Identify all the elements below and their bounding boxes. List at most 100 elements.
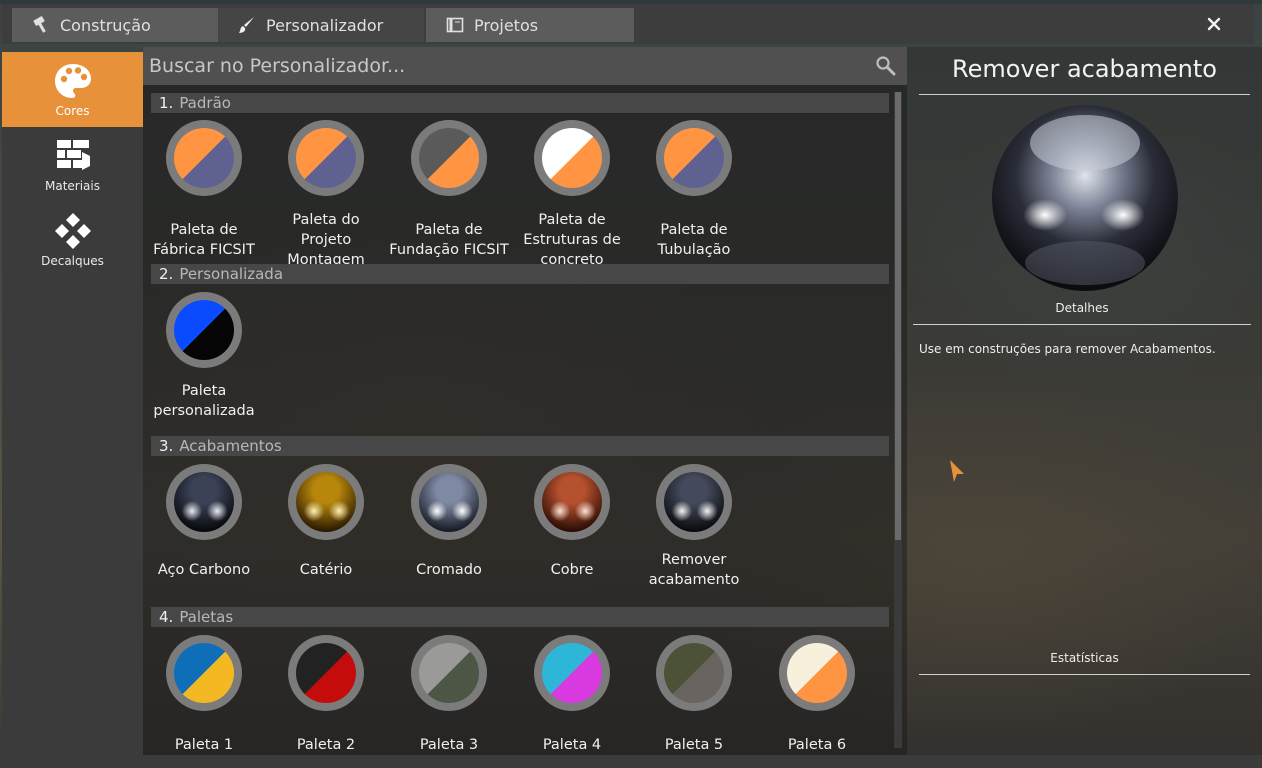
swatch	[779, 635, 855, 711]
swatch	[656, 464, 732, 540]
palette-item-personalizada[interactable]: Paleta personalizada	[143, 292, 265, 432]
finish-sphere	[419, 472, 479, 532]
swatch-color	[174, 643, 234, 703]
swatch	[656, 635, 732, 711]
customizer-panel: 1. Padrão Paleta de Fábrica FICSIT Palet…	[143, 47, 907, 755]
swatch-color	[542, 643, 602, 703]
swatch-color	[419, 128, 479, 188]
finish-sphere	[542, 472, 602, 532]
finish-sphere	[664, 472, 724, 532]
item-label: Paleta 5	[664, 737, 724, 753]
item-label: Paleta 2	[296, 737, 356, 753]
palette-item-fundacao-ficsit[interactable]: Paleta de Fundação FICSIT	[388, 120, 510, 260]
swatch	[411, 635, 487, 711]
swatch-color	[174, 128, 234, 188]
swatch	[411, 120, 487, 196]
close-button[interactable]	[1202, 12, 1226, 36]
tab-construcao[interactable]: Construção	[12, 8, 218, 42]
scrollbar[interactable]	[894, 92, 902, 748]
item-label: Paleta personalizada	[153, 383, 255, 419]
category-decalques[interactable]: Decalques	[2, 202, 143, 277]
item-label: Catério	[299, 562, 353, 578]
item-label: Paleta 6	[787, 737, 847, 753]
tab-label: Projetos	[474, 15, 539, 35]
bricks-icon	[56, 139, 90, 170]
swatch	[166, 292, 242, 368]
item-label: Paleta de Tubulação	[657, 222, 731, 258]
swatch	[534, 120, 610, 196]
swatch-color	[542, 128, 602, 188]
category-materiais[interactable]: Materiais	[2, 127, 143, 202]
item-label: Remover acabamento	[648, 552, 740, 588]
scrollbar-thumb[interactable]	[895, 92, 901, 540]
finish-item-cromado[interactable]: Cromado	[388, 464, 510, 594]
section-header-padrao: 1. Padrão	[151, 93, 889, 113]
section-title: Acabamentos	[179, 437, 282, 455]
section-header-acabamentos: 3. Acabamentos	[151, 436, 889, 456]
swatch	[288, 635, 364, 711]
palette-item-2[interactable]: Paleta 2	[265, 635, 387, 755]
hammer-icon	[33, 16, 46, 33]
finish-item-cobre[interactable]: Cobre	[511, 464, 633, 594]
tab-label: Construção	[60, 15, 151, 35]
swatch	[411, 464, 487, 540]
detail-description: Use em construções para remover Acabamen…	[919, 342, 1216, 356]
section-header-paletas: 4. Paletas	[151, 607, 889, 627]
swatch	[166, 635, 242, 711]
palette-item-tubulacao[interactable]: Paleta de Tubulação	[633, 120, 755, 260]
swatch	[166, 464, 242, 540]
finish-sphere	[174, 472, 234, 532]
palette-item-4[interactable]: Paleta 4	[511, 635, 633, 755]
detail-title: Remover acabamento	[919, 55, 1250, 95]
section-number: 3.	[159, 437, 174, 455]
section-number: 1.	[159, 94, 174, 112]
bottom-bar	[0, 755, 1262, 768]
palette-item-3[interactable]: Paleta 3	[388, 635, 510, 755]
palette-item-1[interactable]: Paleta 1	[143, 635, 265, 755]
palette-item-5[interactable]: Paleta 5	[633, 635, 755, 755]
item-label: Paleta 4	[542, 737, 602, 753]
section-title: Padrão	[179, 94, 231, 112]
palette-icon	[54, 63, 91, 98]
decals-icon	[54, 212, 91, 249]
tab-projetos[interactable]: Projetos	[426, 8, 634, 42]
finish-sphere	[296, 472, 356, 532]
category-label: Cores	[55, 103, 90, 118]
swatch	[656, 120, 732, 196]
swatch-color	[787, 643, 847, 703]
swatch-color	[296, 128, 356, 188]
item-label: Paleta 1	[174, 737, 234, 753]
blueprint-icon	[446, 17, 464, 33]
tab-personalizador[interactable]: Personalizador	[218, 8, 424, 42]
palette-item-estruturas-concreto[interactable]: Paleta de Estruturas de concreto	[511, 120, 633, 268]
search-bar	[143, 47, 907, 85]
preview-sphere	[990, 103, 1180, 293]
category-label: Materiais	[44, 178, 100, 193]
search-icon[interactable]	[871, 51, 901, 81]
mouse-cursor-icon	[950, 460, 964, 482]
category-sidebar: Cores Materiais Decalques	[2, 52, 143, 754]
swatch	[288, 120, 364, 196]
item-label: Cobre	[550, 562, 594, 578]
swatch-color	[419, 643, 479, 703]
palette-item-6[interactable]: Paleta 6	[756, 635, 878, 755]
finish-item-remover-acabamento[interactable]: Remover acabamento	[633, 464, 755, 594]
category-cores[interactable]: Cores	[2, 52, 143, 127]
details-header: Detalhes	[913, 301, 1251, 325]
section-header-personalizada: 2. Personalizada	[151, 264, 889, 284]
finish-item-caterio[interactable]: Catério	[265, 464, 387, 594]
swatch-color	[664, 128, 724, 188]
swatch	[534, 464, 610, 540]
swatch-color	[296, 643, 356, 703]
item-label: Paleta de Fundação FICSIT	[389, 222, 509, 258]
item-label: Paleta do Projeto Montagem	[287, 212, 365, 268]
palette-item-projeto-montagem[interactable]: Paleta do Projeto Montagem	[265, 120, 387, 268]
palette-item-fabrica-ficsit[interactable]: Paleta de Fábrica FICSIT	[143, 120, 265, 260]
item-label: Paleta de Estruturas de concreto	[523, 212, 621, 268]
item-label: Cromado	[416, 562, 482, 578]
search-input[interactable]	[143, 47, 871, 85]
section-title: Paletas	[179, 608, 234, 626]
stats-header: Estatísticas	[919, 651, 1250, 675]
customizer-content: 1. Padrão Paleta de Fábrica FICSIT Palet…	[143, 92, 889, 755]
finish-item-aco-carbono[interactable]: Aço Carbono	[143, 464, 265, 594]
